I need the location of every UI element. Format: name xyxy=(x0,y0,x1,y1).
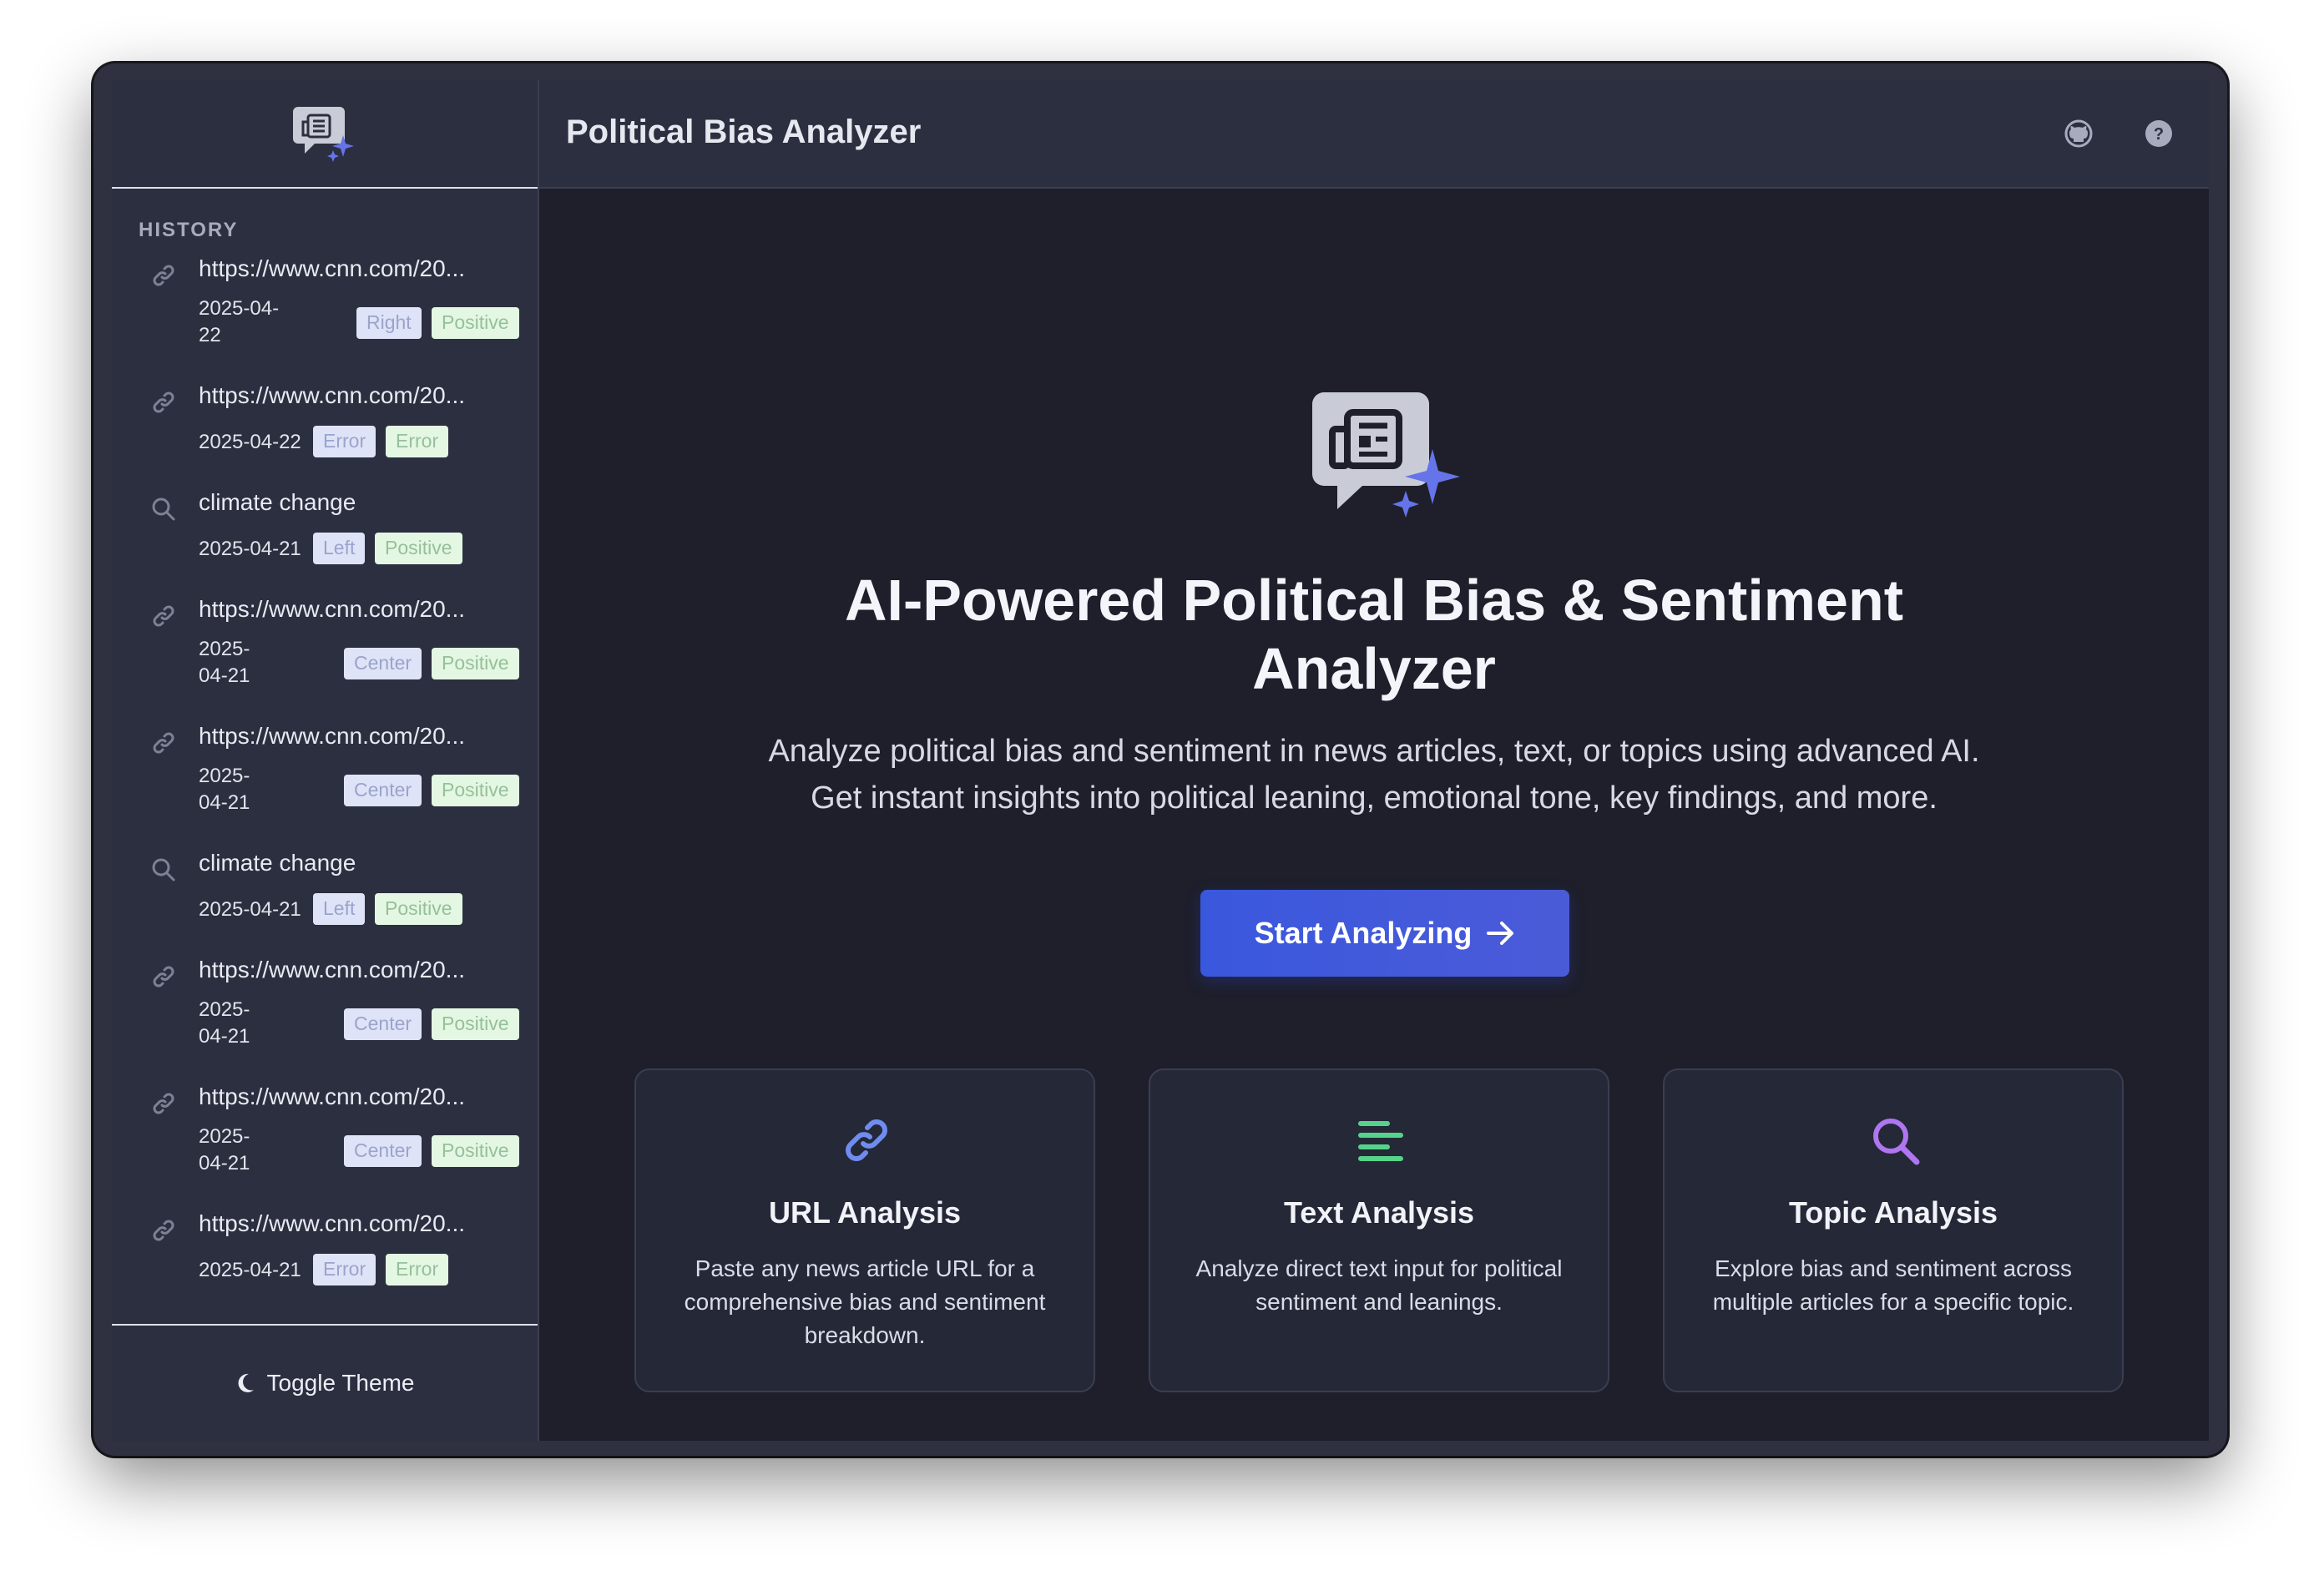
history-item-title: climate change xyxy=(199,850,356,876)
sentiment-badge: Positive xyxy=(432,307,519,339)
app-logo-icon xyxy=(293,107,354,162)
sentiment-badge: Error xyxy=(386,426,449,457)
sentiment-badge: Positive xyxy=(375,893,462,925)
hero-title-line: Analyzer xyxy=(1252,636,1496,701)
hero-logo-icon xyxy=(1312,392,1460,518)
history-item-date-line: 2025- xyxy=(199,998,250,1021)
history-item-title: https://www.cnn.com/20... xyxy=(199,255,466,281)
link-icon xyxy=(150,262,177,289)
app-window: HISTORY https://www.cnn.com/20... 2025-04… xyxy=(93,63,2227,1456)
history-heading: HISTORY xyxy=(139,219,239,241)
feature-description: Analyze direct text input for political … xyxy=(1195,1255,1563,1315)
bias-badge: Left xyxy=(313,533,366,564)
link-icon xyxy=(150,730,177,756)
history-item-date: 2025- 04-21 xyxy=(199,763,250,816)
history-item-date: 2025-04-21 xyxy=(199,897,301,923)
arrow-right-icon xyxy=(1487,922,1514,945)
history-item-title: climate change xyxy=(199,489,356,515)
history-item-date-line: 2025-04-21 xyxy=(199,1259,301,1281)
history-item-date: 2025- 04-21 xyxy=(199,1124,250,1177)
history-item-date-line: 2025-04-22 xyxy=(199,431,301,453)
hero-title: AI-Powered Political Bias & Sentiment An… xyxy=(706,566,2042,703)
history-item-date-line: 04-21 xyxy=(199,1025,250,1048)
history-item-date-line: 04-21 xyxy=(199,1152,250,1174)
history-item-title: https://www.cnn.com/20... xyxy=(199,382,466,408)
moon-icon xyxy=(238,1373,254,1392)
bias-badge: Center xyxy=(344,648,422,679)
app-content: HISTORY https://www.cnn.com/20... 2025-04… xyxy=(112,80,2209,1441)
search-icon xyxy=(150,496,177,523)
github-icon xyxy=(2064,119,2093,148)
search-icon xyxy=(1873,1119,1920,1165)
app-title: Political Bias Analyzer xyxy=(566,114,922,150)
help-icon: ? xyxy=(2145,120,2172,147)
search-icon xyxy=(150,856,177,883)
link-icon xyxy=(150,1090,177,1117)
history-item-title: https://www.cnn.com/20... xyxy=(199,1083,466,1109)
history-item-title: https://www.cnn.com/20... xyxy=(199,1210,466,1236)
feature-title: URL Analysis xyxy=(768,1195,962,1230)
help-button[interactable]: ? xyxy=(2144,119,2174,149)
sidebar: HISTORY https://www.cnn.com/20... 2025-04… xyxy=(112,80,539,1441)
sentiment-badge: Positive xyxy=(432,648,519,679)
feature-title: Topic Analysis xyxy=(1788,1195,1998,1230)
bias-badge: Error xyxy=(313,1254,376,1286)
history-item-title: https://www.cnn.com/20... xyxy=(199,596,466,622)
hero-subtitle-line: Get instant insights into political lean… xyxy=(811,780,1938,816)
link-icon xyxy=(150,389,177,416)
history-item-date: 2025- 04-21 xyxy=(199,636,250,689)
feature-card-url[interactable]: URL Analysis Paste any news article URL … xyxy=(634,1068,1095,1392)
history-item-date: 2025- 04-21 xyxy=(199,997,250,1050)
top-header: Political Bias Analyzer ? xyxy=(539,80,2209,189)
history-item-date-line: 04-21 xyxy=(199,791,250,814)
link-icon xyxy=(150,963,177,990)
link-icon xyxy=(150,603,177,629)
history-item-date-line: 22 xyxy=(199,324,221,346)
history-item-title: https://www.cnn.com/20... xyxy=(199,723,466,749)
history-item-date-line: 04-21 xyxy=(199,664,250,687)
history-item-date-line: 2025- xyxy=(199,1125,250,1148)
bias-badge: Center xyxy=(344,1008,422,1040)
hero-title-line: AI-Powered Political Bias & Sentiment xyxy=(844,568,1904,633)
svg-text:?: ? xyxy=(2154,125,2164,144)
history-item-date-line: 2025-04- xyxy=(199,297,280,320)
sentiment-badge: Positive xyxy=(432,1008,519,1040)
history-item-date: 2025-04-22 xyxy=(199,429,301,456)
start-analyzing-button[interactable]: Start Analyzing xyxy=(1200,890,1569,977)
history-item-date-line: 2025- xyxy=(199,638,250,660)
link-icon xyxy=(150,1217,177,1244)
bias-badge: Right xyxy=(356,307,422,339)
sentiment-badge: Positive xyxy=(432,1135,519,1167)
history-item-date: 2025-04- 22 xyxy=(199,295,279,349)
feature-description: Paste any news article URL for a compreh… xyxy=(684,1255,1046,1348)
sentiment-badge: Positive xyxy=(432,775,519,806)
bias-badge: Error xyxy=(313,426,376,457)
toggle-theme-button[interactable]: Toggle Theme xyxy=(112,1324,538,1441)
history-item-date-line: 2025- xyxy=(199,765,250,787)
sentiment-badge: Error xyxy=(386,1254,449,1286)
feature-card-topic[interactable]: Topic Analysis Explore bias and sentimen… xyxy=(1663,1068,2124,1392)
hero-subtitle: Analyze political bias and sentiment in … xyxy=(706,728,2042,821)
feature-card-text[interactable]: Text Analysis Analyze direct text input … xyxy=(1149,1068,1609,1392)
history-item-date-line: 2025-04-21 xyxy=(199,538,301,560)
bias-badge: Center xyxy=(344,775,422,806)
history-item-title: https://www.cnn.com/20... xyxy=(199,957,466,982)
history-list: https://www.cnn.com/20... 2025-04- 22 Right… xyxy=(112,255,538,1399)
github-button[interactable] xyxy=(2064,119,2094,149)
sentiment-badge: Positive xyxy=(375,533,462,564)
main-content: AI-Powered Political Bias & Sentiment An… xyxy=(539,189,2209,1441)
history-item-date: 2025-04-21 xyxy=(199,1257,301,1284)
toggle-theme-label: Toggle Theme xyxy=(266,1370,415,1396)
sidebar-logo[interactable] xyxy=(112,80,538,189)
feature-description: Explore bias and sentiment across multip… xyxy=(1712,1255,2074,1315)
text-lines-icon xyxy=(1358,1121,1403,1161)
bias-badge: Left xyxy=(313,893,366,925)
link-icon xyxy=(846,1119,887,1161)
start-analyzing-label: Start Analyzing xyxy=(1254,916,1473,950)
history-item-date: 2025-04-21 xyxy=(199,536,301,563)
feature-title: Text Analysis xyxy=(1283,1195,1475,1230)
history-item-date-line: 2025-04-21 xyxy=(199,898,301,921)
hero-subtitle-line: Analyze political bias and sentiment in … xyxy=(768,734,1980,769)
bias-badge: Center xyxy=(344,1135,422,1167)
